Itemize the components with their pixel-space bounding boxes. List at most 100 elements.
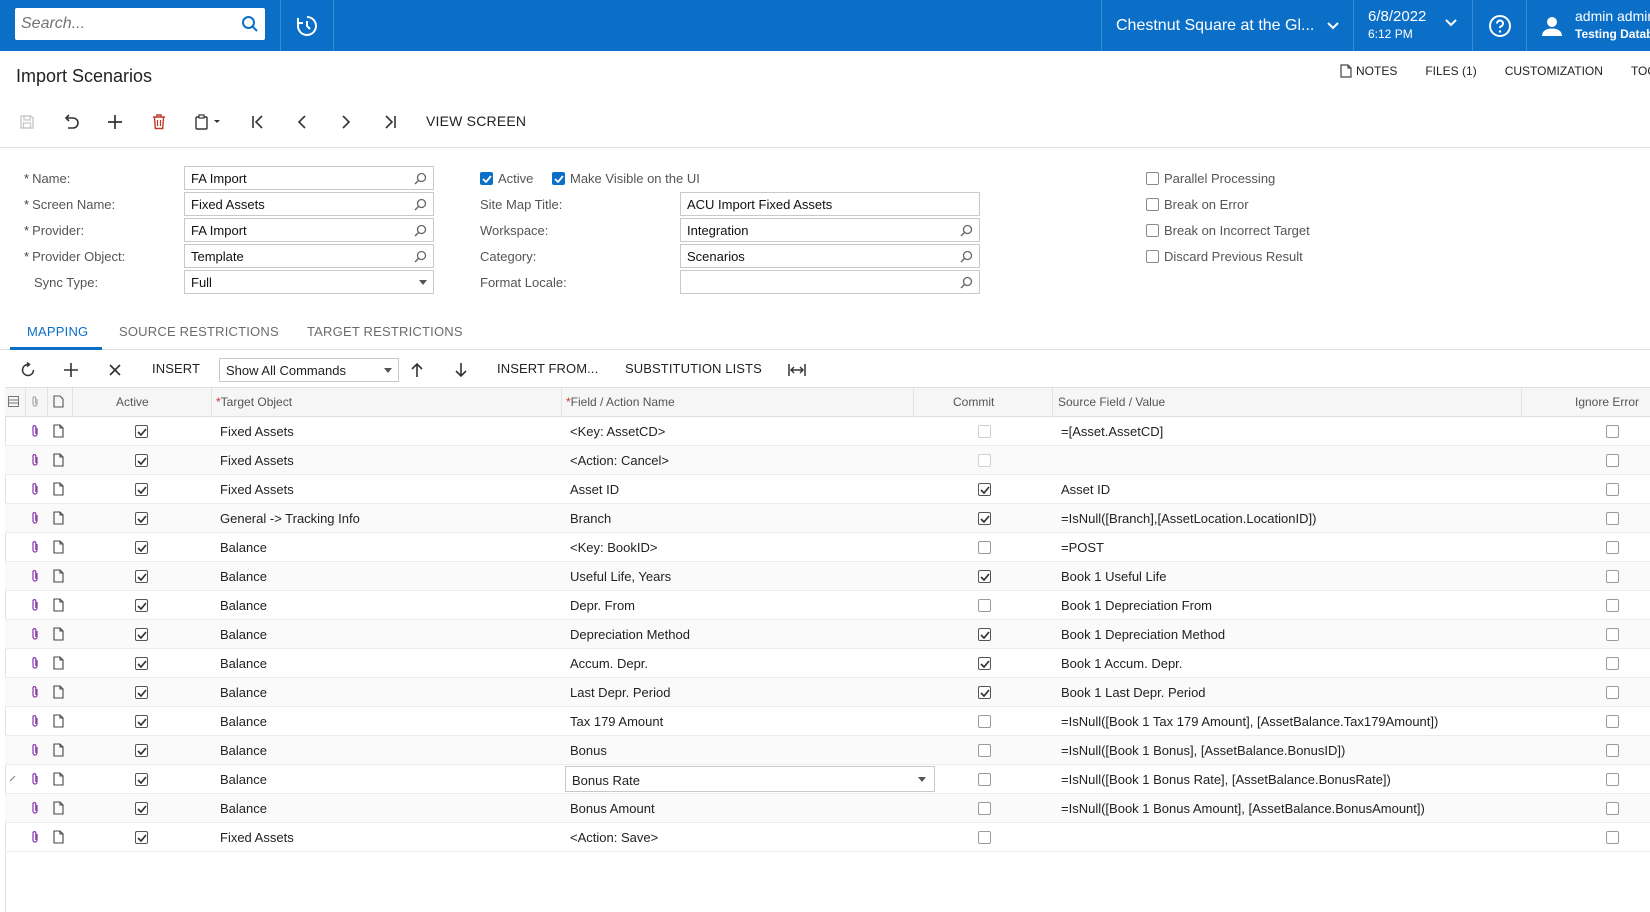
field-action-name-cell[interactable]: Useful Life, Years <box>570 569 671 584</box>
active-checkbox[interactable] <box>135 454 148 467</box>
field-action-name-cell[interactable]: <Key: AssetCD> <box>570 424 665 439</box>
insert-button[interactable]: INSERT <box>152 361 200 376</box>
source-field-value-cell[interactable]: =IsNull([Book 1 Bonus Rate], [AssetBalan… <box>1061 772 1391 787</box>
next-record-button[interactable] <box>335 111 357 133</box>
table-row[interactable]: Fixed Assets <Action: Cancel> <box>5 446 1650 475</box>
commit-checkbox[interactable] <box>978 715 991 728</box>
field-action-name-editor[interactable]: Bonus Rate <box>565 766 935 792</box>
active-checkbox[interactable] <box>135 831 148 844</box>
table-row[interactable]: Balance Useful Life, Years Book 1 Useful L… <box>5 562 1650 591</box>
add-record-button[interactable] <box>104 111 126 133</box>
screen-name-field[interactable]: Fixed Assets <box>184 192 434 216</box>
table-row[interactable]: Balance Bonus Rate =IsNull([Book 1 Bonus R… <box>5 765 1650 794</box>
search-icon[interactable] <box>960 224 973 237</box>
target-object-cell[interactable]: Balance <box>220 772 267 787</box>
files-link[interactable]: FILES (1) <box>1425 64 1476 78</box>
target-object-cell[interactable]: Fixed Assets <box>220 830 294 845</box>
company-branch-selector[interactable]: Chestnut Square at the Gl... <box>1102 0 1353 51</box>
attachment-icon[interactable] <box>30 656 40 670</box>
break-on-error-checkbox[interactable]: Break on Error <box>1146 197 1249 212</box>
search-icon[interactable] <box>414 250 427 263</box>
note-icon[interactable] <box>53 743 64 757</box>
break-on-incorrect-target-checkbox[interactable]: Break on Incorrect Target <box>1146 223 1310 238</box>
commit-checkbox[interactable] <box>978 831 991 844</box>
customization-link[interactable]: CUSTOMIZATION <box>1505 64 1603 78</box>
commit-checkbox[interactable] <box>978 773 991 786</box>
fit-columns-button[interactable] <box>787 360 807 380</box>
target-object-cell[interactable]: Balance <box>220 569 267 584</box>
commit-checkbox[interactable] <box>978 657 991 670</box>
previous-record-button[interactable] <box>291 111 313 133</box>
table-row[interactable]: Balance Depr. From Book 1 Depreciation Fro… <box>5 591 1650 620</box>
source-field-value-cell[interactable]: =IsNull([Branch],[AssetLocation.Location… <box>1061 511 1316 526</box>
attachment-icon[interactable] <box>30 714 40 728</box>
note-icon[interactable] <box>53 453 64 467</box>
field-action-name-cell[interactable]: <Action: Cancel> <box>570 453 669 468</box>
parallel-processing-checkbox[interactable]: Parallel Processing <box>1146 171 1275 186</box>
search-icon[interactable] <box>241 15 259 33</box>
provider-field[interactable]: FA Import <box>184 218 434 242</box>
column-header-commit[interactable]: Commit <box>953 395 994 409</box>
field-action-name-cell[interactable]: Depr. From <box>570 598 635 613</box>
target-object-cell[interactable]: Balance <box>220 743 267 758</box>
tab-target-restrictions[interactable]: TARGET RESTRICTIONS <box>307 324 463 339</box>
refresh-button[interactable] <box>18 360 38 380</box>
note-icon[interactable] <box>53 685 64 699</box>
note-icon[interactable] <box>53 511 64 525</box>
commit-checkbox[interactable] <box>978 628 991 641</box>
table-row[interactable]: Balance Last Depr. Period Book 1 Last Depr… <box>5 678 1650 707</box>
note-icon[interactable] <box>53 424 64 438</box>
ignore-error-checkbox[interactable] <box>1606 425 1619 438</box>
sync-type-select[interactable]: Full <box>184 270 434 294</box>
name-field[interactable]: FA Import <box>184 166 434 190</box>
ignore-error-checkbox[interactable] <box>1606 570 1619 583</box>
source-field-value-cell[interactable]: Book 1 Depreciation Method <box>1061 627 1225 642</box>
active-checkbox[interactable]: Active <box>480 171 533 186</box>
target-object-cell[interactable]: General -> Tracking Info <box>220 511 360 526</box>
attachment-icon[interactable] <box>30 685 40 699</box>
field-action-name-cell[interactable]: Bonus Amount <box>570 801 655 816</box>
note-icon[interactable] <box>53 714 64 728</box>
target-object-cell[interactable]: Balance <box>220 801 267 816</box>
search-icon[interactable] <box>414 172 427 185</box>
ignore-error-checkbox[interactable] <box>1606 744 1619 757</box>
column-header-target-object[interactable]: *Target Object <box>216 395 292 409</box>
active-checkbox[interactable] <box>135 512 148 525</box>
field-action-name-cell[interactable]: Depreciation Method <box>570 627 690 642</box>
attachment-icon[interactable] <box>30 801 40 815</box>
attachment-icon[interactable] <box>30 482 40 496</box>
source-field-value-cell[interactable]: Book 1 Depreciation From <box>1061 598 1212 613</box>
source-field-value-cell[interactable]: =IsNull([Book 1 Tax 179 Amount], [AssetB… <box>1061 714 1438 729</box>
source-field-value-cell[interactable]: Book 1 Last Depr. Period <box>1061 685 1206 700</box>
discard-previous-result-checkbox[interactable]: Discard Previous Result <box>1146 249 1303 264</box>
attachment-icon[interactable] <box>30 743 40 757</box>
attachment-icon[interactable] <box>30 772 40 786</box>
active-checkbox[interactable] <box>135 541 148 554</box>
source-field-value-cell[interactable]: =IsNull([Book 1 Bonus Amount], [AssetBal… <box>1061 801 1425 816</box>
notes-link[interactable]: NOTES <box>1340 64 1397 78</box>
attachment-icon[interactable] <box>30 598 40 612</box>
ignore-error-checkbox[interactable] <box>1606 512 1619 525</box>
delete-row-button[interactable] <box>105 360 125 380</box>
source-field-value-cell[interactable]: Book 1 Useful Life <box>1061 569 1167 584</box>
site-map-title-field[interactable]: ACU Import Fixed Assets <box>680 192 980 216</box>
category-field[interactable]: Scenarios <box>680 244 980 268</box>
substitution-lists-button[interactable]: SUBSTITUTION LISTS <box>625 361 762 376</box>
target-object-cell[interactable]: Balance <box>220 656 267 671</box>
attachment-icon[interactable] <box>30 424 40 438</box>
active-checkbox[interactable] <box>135 773 148 786</box>
field-action-name-cell[interactable]: Bonus <box>570 743 607 758</box>
active-checkbox[interactable] <box>135 715 148 728</box>
add-row-button[interactable] <box>61 360 81 380</box>
table-row[interactable]: Fixed Assets Asset ID Asset ID <box>5 475 1650 504</box>
ignore-error-checkbox[interactable] <box>1606 715 1619 728</box>
table-row[interactable]: Balance Depreciation Method Book 1 Depreci… <box>5 620 1650 649</box>
tools-link[interactable]: TOOLS <box>1631 64 1650 78</box>
active-checkbox[interactable] <box>135 628 148 641</box>
table-row[interactable]: Balance Tax 179 Amount =IsNull([Book 1 Tax… <box>5 707 1650 736</box>
source-field-value-cell[interactable]: =[Asset.AssetCD] <box>1061 424 1163 439</box>
attachment-icon[interactable] <box>30 453 40 467</box>
attachment-icon[interactable] <box>30 540 40 554</box>
first-record-button[interactable] <box>247 111 269 133</box>
commit-checkbox[interactable] <box>978 483 991 496</box>
